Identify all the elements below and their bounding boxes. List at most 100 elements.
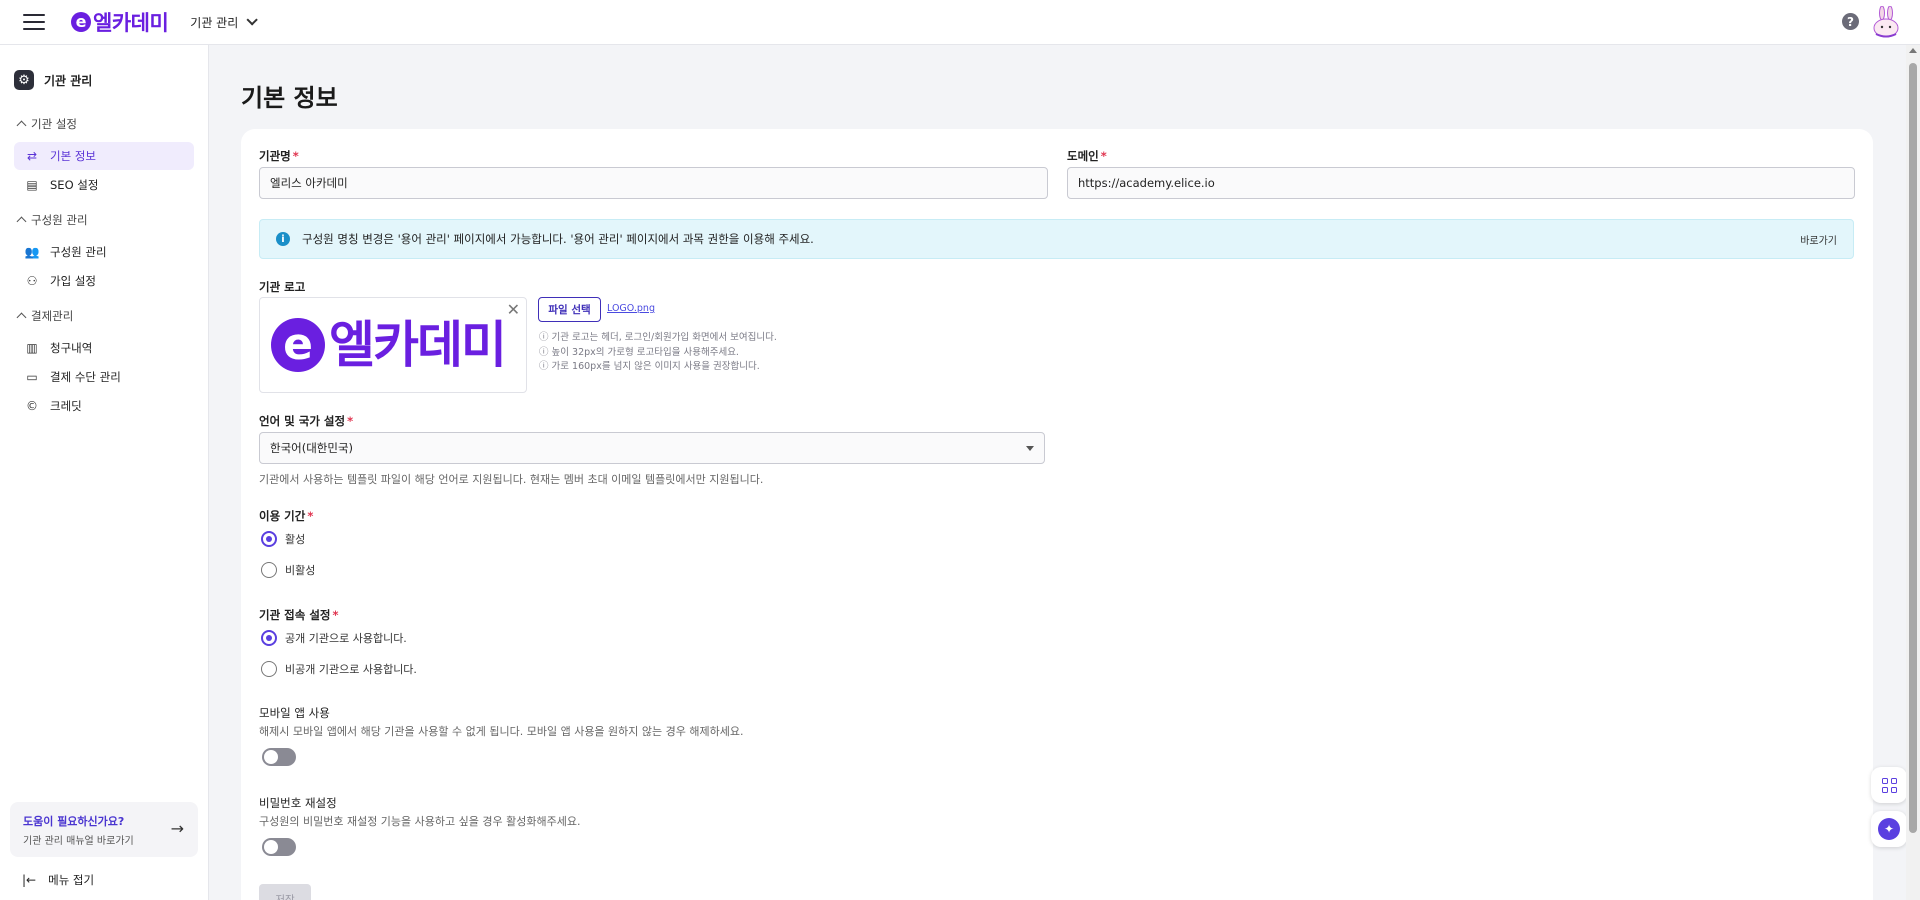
sidebar: ⚙ 기관 관리 기관 설정 ⇄ 기본 정보 ▤ SEO 설정 구성원 관리 👥 …: [0, 45, 209, 900]
sidebar-item-seo[interactable]: ▤ SEO 설정: [14, 171, 194, 199]
hint-text: 높이 32px의 가로형 로고타입을 사용해주세요.: [551, 347, 739, 358]
section-label: 결제관리: [31, 309, 74, 323]
dropdown-arrow-icon: [1026, 446, 1034, 451]
receipt-icon: ▥: [26, 341, 38, 355]
logo-hint: ⓘ 기관 로고는 헤더, 로그인/회원가입 화면에서 보여집니다.: [539, 332, 777, 343]
section-org-settings[interactable]: 기관 설정: [16, 116, 77, 132]
brand-logo[interactable]: e 엘카데미: [71, 7, 169, 37]
card-icon: ▭: [26, 370, 38, 384]
password-reset-desc: 구성원의 비밀번호 재설정 기능을 사용하고 싶을 경우 활성화해주세요.: [259, 815, 581, 828]
language-value: 한국어(대한민국): [270, 441, 354, 455]
org-selector-label: 기관 관리: [190, 15, 239, 30]
required-mark: *: [307, 509, 314, 523]
close-icon[interactable]: ✕: [507, 300, 520, 319]
sidebar-item-label: 크레딧: [50, 399, 82, 413]
arrow-right-icon: →: [170, 819, 184, 838]
collapse-label: 메뉴 접기: [48, 873, 95, 887]
access-label: 기관 접속 설정 *: [259, 607, 339, 623]
info-text: 구성원 명칭 변경은 '용어 관리' 페이지에서 가능합니다. '용어 관리' …: [302, 232, 814, 246]
chevron-up-icon: [16, 312, 27, 323]
org-name-label: 기관명 *: [259, 148, 299, 164]
help-card-title: 도움이 필요하신가요?: [23, 815, 125, 828]
user-add-icon: ⚇: [26, 274, 38, 288]
apps-grid-button[interactable]: [1871, 767, 1907, 803]
radio-private[interactable]: 비공개 기관으로 사용합니다.: [261, 661, 417, 677]
period-label: 이용 기간 *: [259, 508, 313, 524]
domain-input[interactable]: https://academy.elice.io: [1067, 167, 1855, 199]
goto-link[interactable]: 바로가기: [1800, 232, 1837, 247]
help-icon[interactable]: ?: [1842, 13, 1859, 30]
required-mark: *: [292, 149, 299, 163]
sidebar-item-signup[interactable]: ⚇ 가입 설정: [14, 267, 194, 295]
sidebar-item-basic-info[interactable]: ⇄ 기본 정보: [14, 142, 194, 170]
domain-label: 도메인 *: [1067, 148, 1107, 164]
label-text: 기관명: [259, 149, 291, 163]
language-select[interactable]: 한국어(대한민국): [259, 432, 1045, 464]
page-title: 기본 정보: [241, 84, 338, 112]
sidebar-item-label: 구성원 관리: [50, 245, 107, 259]
chevron-up-icon: [16, 216, 27, 227]
scrollbar-thumb[interactable]: [1909, 63, 1917, 833]
logo-preview-mark: e: [271, 318, 325, 372]
sidebar-item-label: 기본 정보: [50, 149, 96, 163]
logo-preview-text: 엘카데미: [329, 316, 507, 374]
radio-label: 비공개 기관으로 사용합니다.: [285, 663, 417, 676]
chevron-down-icon: [246, 14, 259, 26]
grid-icon: [1881, 777, 1897, 793]
logo-label: 기관 로고: [259, 280, 306, 294]
sidebar-item-label: 가입 설정: [50, 274, 96, 288]
org-name-input[interactable]: 엘리스 아카데미: [259, 167, 1048, 199]
help-card-subtitle: 기관 관리 매뉴얼 바로가기: [23, 836, 134, 847]
scroll-up-arrow-icon[interactable]: [1909, 48, 1917, 53]
gear-icon: ⚙: [14, 70, 34, 90]
section-label: 구성원 관리: [31, 213, 88, 227]
hamburger-menu-icon[interactable]: [23, 14, 45, 30]
mobile-app-toggle[interactable]: [262, 748, 296, 766]
sidebar-item-credits[interactable]: © 크레딧: [14, 392, 194, 420]
sidebar-item-invoices[interactable]: ▥ 청구내역: [14, 334, 194, 362]
ai-assistant-button[interactable]: ✦: [1871, 811, 1907, 847]
file-name-link[interactable]: LOGO.png: [607, 303, 655, 314]
sidebar-item-payment-methods[interactable]: ▭ 결제 수단 관리: [14, 363, 194, 391]
radio-inactive[interactable]: 비활성: [261, 562, 315, 578]
password-reset-toggle[interactable]: [262, 838, 296, 856]
sidebar-title: ⚙ 기관 관리: [14, 70, 92, 90]
radio-dot: [261, 562, 277, 578]
collapse-menu-button[interactable]: |← 메뉴 접기: [22, 872, 94, 888]
radio-label: 활성: [285, 533, 306, 546]
users-icon: 👥: [24, 245, 40, 259]
language-desc: 기관에서 사용하는 템플릿 파일이 해당 언어로 지원됩니다. 현재는 멤버 초…: [259, 473, 764, 486]
radio-public[interactable]: 공개 기관으로 사용합니다.: [261, 630, 407, 646]
mobile-desc: 해제시 모바일 앱에서 해당 기관을 사용할 수 없게 됩니다. 모바일 앱 사…: [259, 725, 744, 738]
section-label: 기관 설정: [31, 117, 77, 131]
required-mark: *: [332, 608, 339, 622]
logo-hint: ⓘ 높이 32px의 가로형 로고타입을 사용해주세요.: [539, 347, 739, 358]
radio-dot: [261, 661, 277, 677]
logo-text: 엘카데미: [93, 11, 169, 35]
save-button[interactable]: 저장: [259, 884, 311, 900]
collapse-left-icon: |←: [22, 873, 37, 887]
org-selector[interactable]: 기관 관리: [190, 14, 259, 31]
section-billing[interactable]: 결제관리: [16, 308, 74, 324]
logo-hint: ⓘ 가로 160px를 넘지 않은 이미지 사용을 권장합니다.: [539, 361, 760, 372]
file-select-button[interactable]: 파일 선택: [538, 297, 601, 322]
sidebar-item-label: SEO 설정: [50, 178, 99, 192]
sidebar-item-label: 결제 수단 관리: [50, 370, 121, 384]
info-banner: i 구성원 명칭 변경은 '용어 관리' 페이지에서 가능합니다. '용어 관리…: [259, 219, 1854, 259]
help-card[interactable]: 도움이 필요하신가요? 기관 관리 매뉴얼 바로가기 →: [10, 802, 198, 857]
required-mark: *: [1100, 149, 1107, 163]
info-icon: i: [276, 232, 290, 246]
password-reset-label: 비밀번호 재설정: [259, 796, 337, 810]
user-avatar[interactable]: [1871, 6, 1901, 38]
chevron-up-icon: [16, 120, 27, 131]
radio-dot: [261, 531, 277, 547]
radio-dot: [261, 630, 277, 646]
language-label: 언어 및 국가 설정 *: [259, 413, 353, 429]
radio-active[interactable]: 활성: [261, 531, 305, 547]
sidebar-title-label: 기관 관리: [44, 73, 93, 88]
radio-label: 비활성: [285, 564, 316, 577]
section-members[interactable]: 구성원 관리: [16, 212, 88, 228]
sidebar-item-members[interactable]: 👥 구성원 관리: [14, 238, 194, 266]
radio-label: 공개 기관으로 사용합니다.: [285, 632, 407, 645]
logo-preview-image: e 엘카데미: [271, 316, 507, 374]
